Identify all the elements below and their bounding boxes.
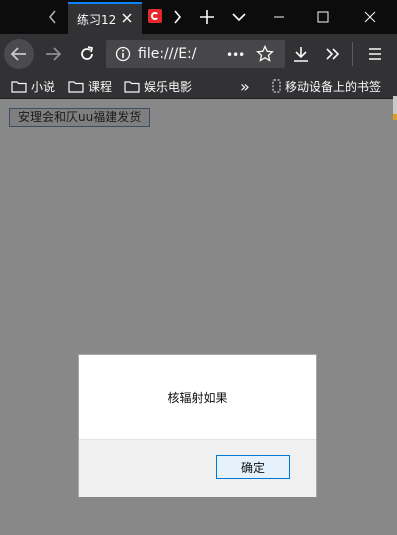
download-icon	[294, 47, 308, 62]
minimize-icon	[274, 16, 284, 18]
chevron-down-icon	[232, 13, 246, 22]
double-chevron-right-icon	[326, 48, 340, 60]
tab-scroll-right-button[interactable]	[166, 0, 188, 34]
ok-button[interactable]: 确定	[216, 455, 290, 479]
bookmark-label: 小说	[31, 79, 56, 94]
minimize-button[interactable]	[262, 0, 296, 34]
folder-icon	[124, 80, 140, 93]
maximize-icon	[317, 11, 329, 23]
close-window-button[interactable]	[352, 0, 388, 34]
tab-favicon-icon[interactable]	[148, 9, 162, 23]
arrow-right-icon	[46, 47, 62, 61]
close-tab-icon[interactable]	[120, 11, 134, 25]
bookmark-star-button[interactable]	[252, 40, 278, 68]
bookmarks-toolbar: 小说 课程 娱乐电影 » 移动设备上的书签	[0, 74, 397, 99]
page-action-button[interactable]: 安理会和仄uu福建发货	[9, 108, 151, 127]
tab-strip: 练习12	[0, 0, 397, 34]
mobile-device-icon	[272, 79, 281, 93]
reload-icon	[81, 46, 94, 60]
window-edge-fragment	[393, 96, 397, 116]
mobile-bookmarks-folder[interactable]: 移动设备上的书签	[272, 77, 381, 95]
plus-icon	[200, 10, 214, 24]
downloads-button[interactable]	[288, 40, 314, 68]
url-text: file:///E:/	[138, 46, 197, 62]
new-tab-button[interactable]	[194, 0, 220, 34]
dialog-footer: 确定	[79, 439, 316, 497]
toolbar-separator	[352, 42, 353, 66]
navigation-toolbar: file:///E:/ •••	[0, 34, 397, 74]
bookmark-label: 课程	[88, 79, 113, 94]
forward-button[interactable]	[40, 40, 66, 68]
folder-icon	[68, 80, 84, 93]
tab-scroll-left-button[interactable]	[40, 0, 66, 34]
overflow-menu-button[interactable]	[320, 40, 346, 68]
bookmarks-overflow-button[interactable]: »	[240, 77, 250, 96]
bookmark-label: 娱乐电影	[144, 79, 193, 94]
folder-icon	[11, 80, 27, 93]
bookmark-folder-0[interactable]: 小说	[11, 77, 55, 95]
tab-title: 练习12	[77, 12, 117, 27]
bookmark-label: 移动设备上的书签	[285, 79, 382, 94]
chevron-left-icon	[48, 10, 56, 24]
maximize-button[interactable]	[306, 0, 340, 34]
info-icon[interactable]	[115, 46, 131, 62]
hamburger-menu-icon	[369, 48, 381, 60]
bookmark-folder-1[interactable]: 课程	[68, 77, 112, 95]
page-actions-more-icon[interactable]: •••	[226, 48, 245, 62]
dialog-message: 核辐射如果	[167, 390, 228, 405]
reload-button[interactable]	[74, 40, 100, 68]
bookmark-folder-2[interactable]: 娱乐电影	[124, 77, 192, 95]
app-menu-button[interactable]	[362, 40, 388, 68]
alert-dialog: 核辐射如果 确定	[78, 354, 317, 497]
chevron-right-icon	[174, 10, 182, 24]
tab-active[interactable]: 练习12	[68, 2, 142, 34]
star-icon	[256, 45, 274, 62]
window-edge-fragment	[393, 114, 397, 120]
back-button[interactable]	[4, 39, 34, 69]
tab-list-button[interactable]	[228, 0, 250, 34]
arrow-left-icon	[10, 47, 26, 61]
close-icon	[364, 11, 376, 23]
